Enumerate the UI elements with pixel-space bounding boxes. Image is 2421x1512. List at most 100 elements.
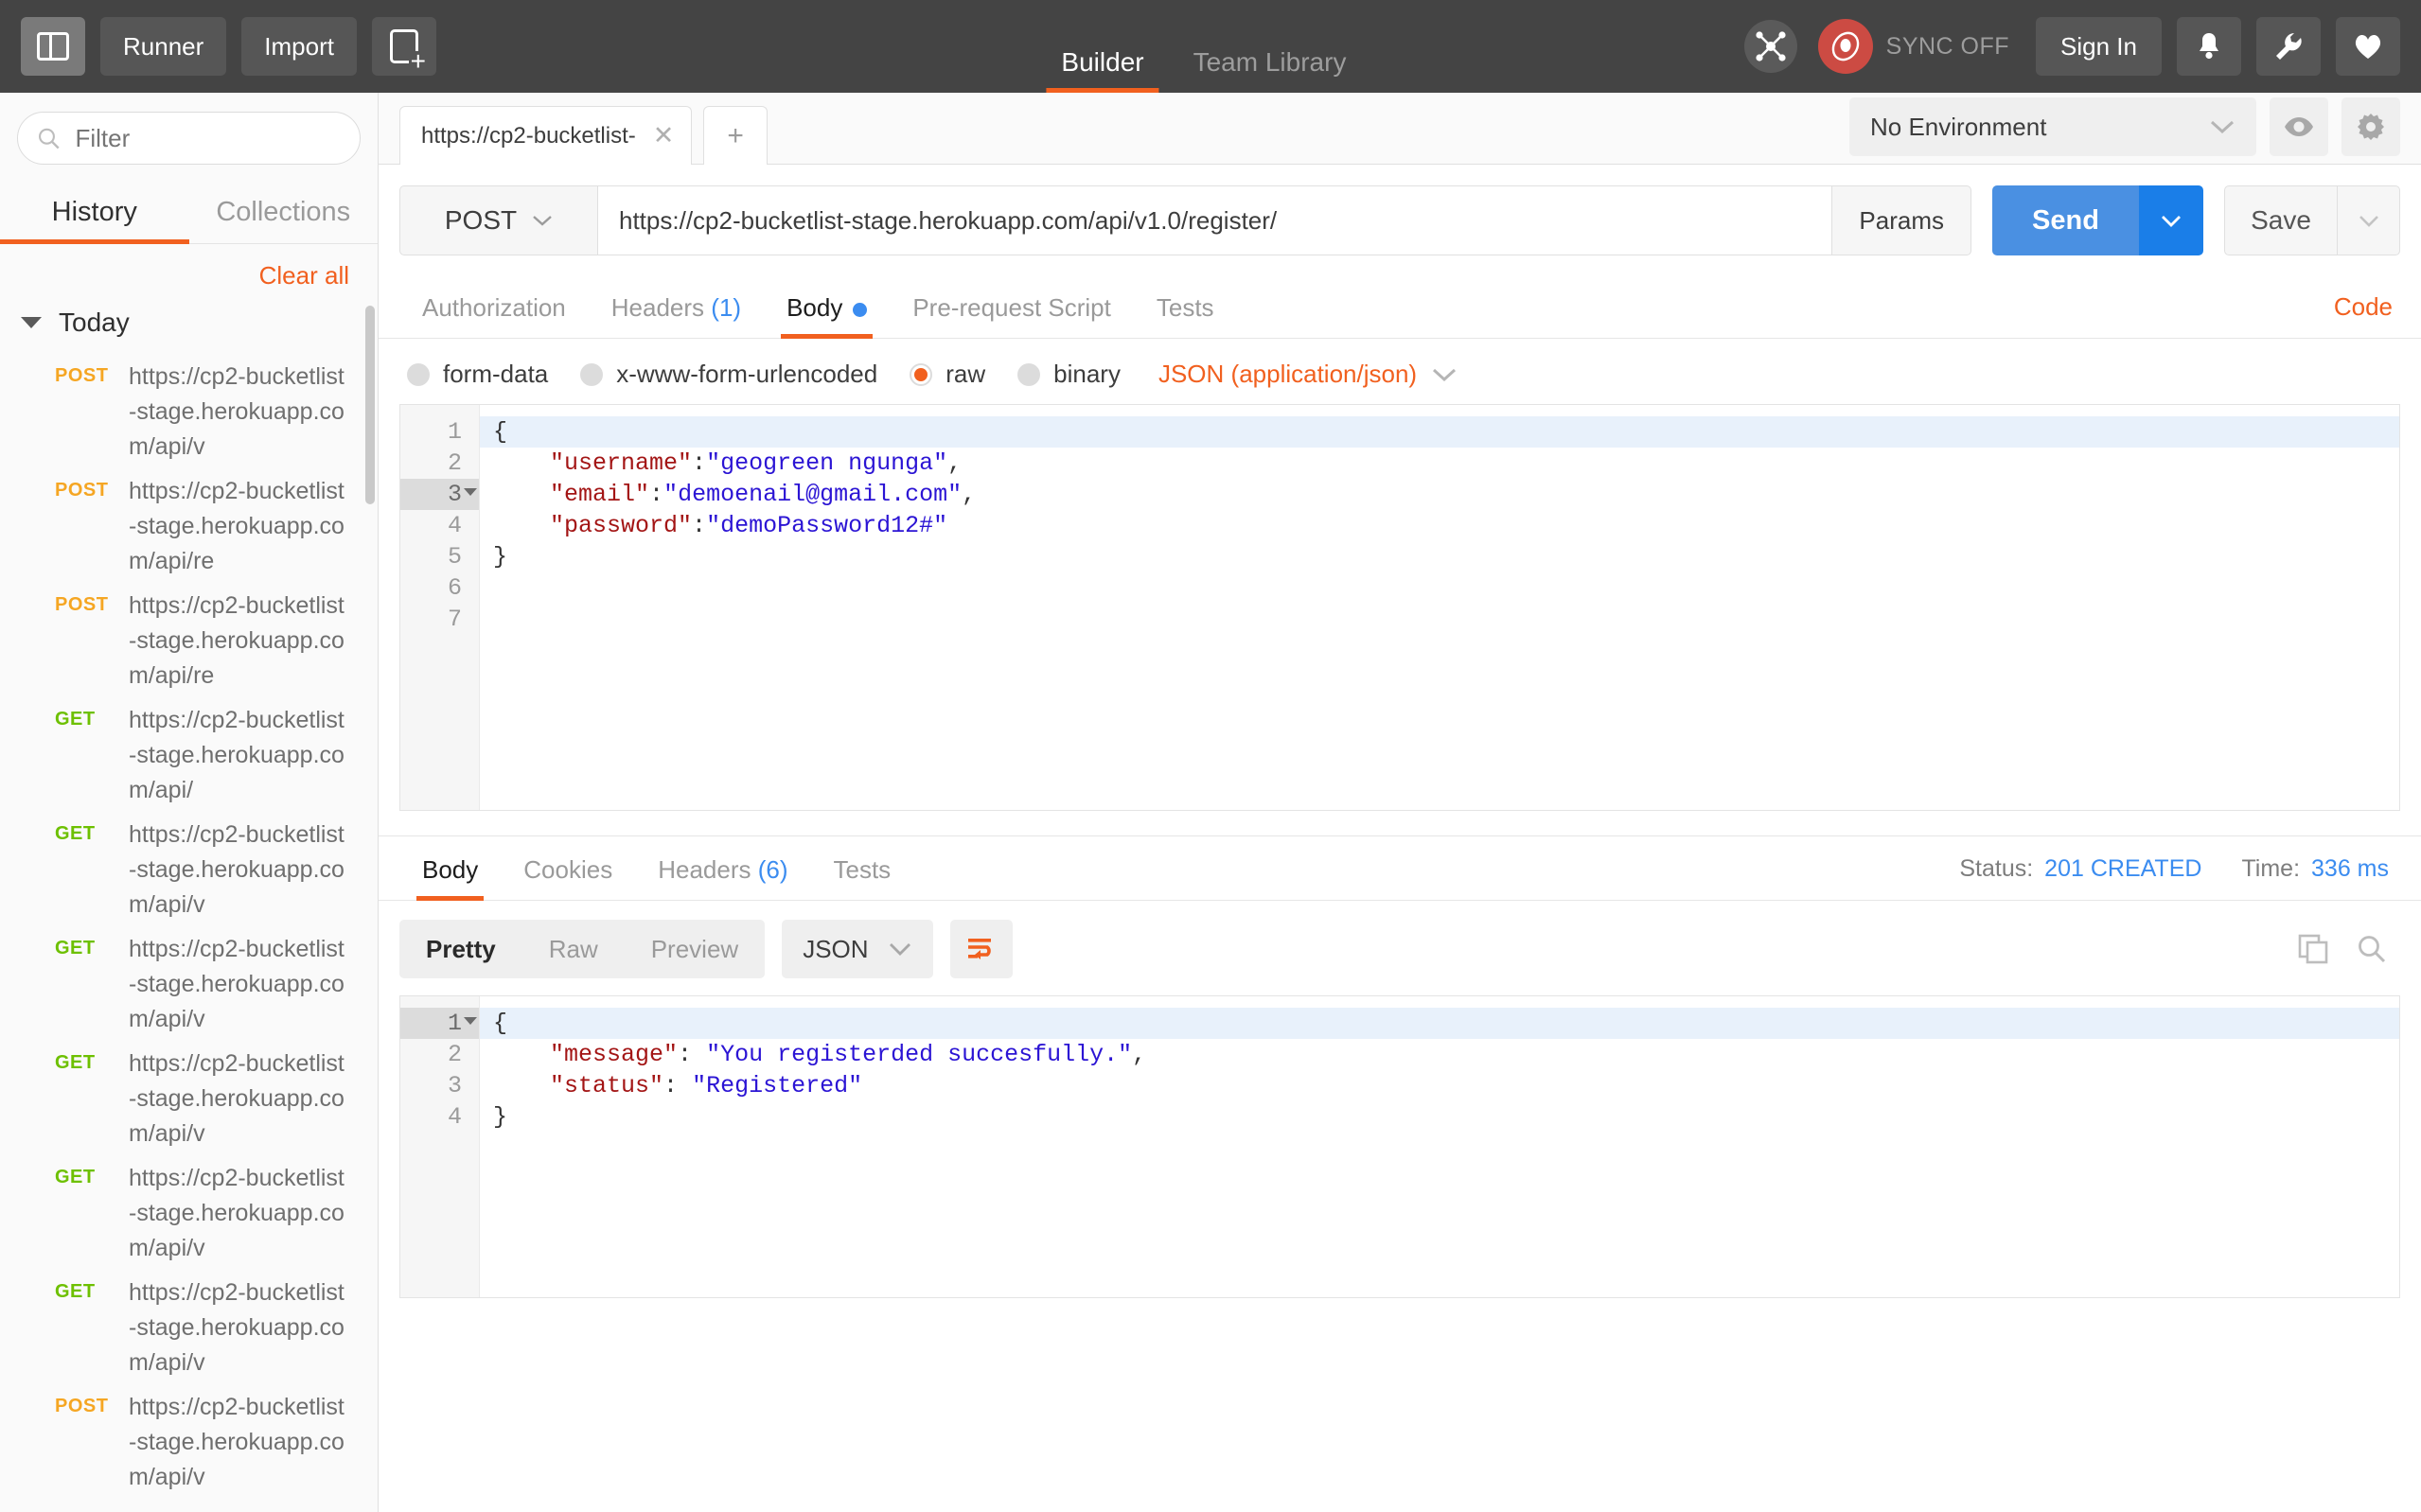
history-group-today[interactable]: Today: [0, 300, 378, 355]
notifications-button[interactable]: [2177, 17, 2241, 76]
request-body-editor[interactable]: 1 234 5 6 7 { "username":"geogreen ngunga", …: [399, 404, 2400, 811]
save-button[interactable]: Save: [2224, 185, 2338, 255]
tab-pre-request-script[interactable]: Pre-request Script: [890, 276, 1134, 338]
word-wrap-toggle[interactable]: [949, 920, 1013, 978]
history-item[interactable]: POST https://cp2-bucketlist-stage.herokua…: [0, 469, 378, 584]
tab-team-library[interactable]: Team Library: [1169, 47, 1371, 93]
add-request-tab-button[interactable]: +: [703, 106, 768, 165]
response-tab-cookies[interactable]: Cookies: [501, 838, 635, 900]
response-view-mode-group: Pretty Raw Preview: [399, 920, 766, 978]
history-item-method: GET: [55, 1281, 96, 1302]
content-type-select[interactable]: JSON (application/json): [1158, 360, 1417, 389]
sync-status-icon[interactable]: [1817, 19, 1873, 74]
body-type-form-data[interactable]: form-data: [407, 360, 548, 389]
send-options-button[interactable]: [2139, 185, 2203, 255]
response-tab-tests[interactable]: Tests: [811, 838, 914, 900]
sidebar-scrollbar[interactable]: [365, 306, 375, 504]
response-format-select[interactable]: JSON: [782, 920, 933, 978]
save-options-button[interactable]: [2338, 185, 2400, 255]
close-icon[interactable]: ✕: [653, 121, 675, 150]
fold-caret-icon[interactable]: [464, 488, 477, 496]
history-item[interactable]: GET https://cp2-bucketlist-stage.herokuap…: [0, 813, 378, 927]
gear-icon: [2358, 114, 2384, 140]
body-type-urlencoded[interactable]: x-www-form-urlencoded: [580, 360, 877, 389]
sidebar-tabs: History Collections: [0, 182, 378, 244]
url-input[interactable]: [598, 185, 1833, 255]
line-number: 7: [447, 606, 462, 633]
params-button[interactable]: Params: [1832, 185, 1971, 255]
sign-in-button[interactable]: Sign In: [2036, 17, 2162, 76]
history-item[interactable]: POST https://cp2-bucketlist-stage.herokua…: [0, 1385, 378, 1500]
code-line: "status": "Registered": [550, 1072, 863, 1099]
request-editor-code[interactable]: { "username":"geogreen ngunga", "email":…: [480, 405, 2399, 810]
view-mode-pretty[interactable]: Pretty: [399, 920, 522, 978]
tab-pre-request-script-label: Pre-request Script: [912, 293, 1111, 322]
environment-select[interactable]: No Environment: [1849, 97, 2256, 156]
sync-status-label: SYNC OFF: [1885, 32, 2010, 60]
body-type-row: form-data x-www-form-urlencoded raw bina…: [379, 339, 2421, 404]
sidebar-tab-collections[interactable]: Collections: [189, 182, 379, 243]
tab-body[interactable]: Body: [764, 276, 890, 339]
tab-tests[interactable]: Tests: [1134, 276, 1237, 338]
fold-caret-icon[interactable]: [464, 1017, 477, 1025]
line-number: 2: [447, 449, 462, 477]
header-tabs: Builder Team Library: [1036, 0, 1370, 93]
history-item[interactable]: GET https://cp2-bucketlist-stage.herokuap…: [0, 698, 378, 813]
request-tab[interactable]: https://cp2-bucketlist- ✕: [399, 106, 693, 165]
send-button[interactable]: Send: [1992, 185, 2139, 255]
bell-icon: [2200, 33, 2218, 60]
send-group: Send: [1992, 185, 2203, 255]
view-mode-preview[interactable]: Preview: [625, 920, 765, 978]
code-link[interactable]: Code: [2334, 292, 2400, 322]
clear-all-button[interactable]: Clear all: [259, 261, 349, 290]
toggle-sidebar-button[interactable]: [21, 17, 85, 76]
response-tab-body[interactable]: Body: [399, 838, 501, 901]
history-item-url: https://cp2-bucketlist-stage.herokuapp.c…: [129, 1165, 345, 1261]
runner-button[interactable]: Runner: [100, 17, 227, 76]
interceptor-icon[interactable]: [1743, 20, 1797, 73]
search-input[interactable]: [75, 123, 341, 153]
environment-settings-button[interactable]: [2341, 97, 2400, 156]
history-item-url: https://cp2-bucketlist-stage.herokuapp.c…: [129, 478, 345, 574]
body-type-binary[interactable]: binary: [1017, 360, 1121, 389]
history-item-method: GET: [55, 1052, 96, 1073]
tab-headers[interactable]: Headers (1): [589, 276, 764, 338]
history-item-url: https://cp2-bucketlist-stage.herokuapp.c…: [129, 363, 345, 460]
copy-button[interactable]: [2298, 934, 2328, 964]
view-mode-raw[interactable]: Raw: [522, 920, 625, 978]
history-item[interactable]: GET https://cp2-bucketlist-stage.herokuap…: [0, 927, 378, 1042]
response-tab-headers-count: (6): [757, 855, 788, 884]
body-type-raw[interactable]: raw: [910, 360, 985, 389]
copy-icon: [2298, 934, 2328, 964]
history-item[interactable]: GET https://cp2-bucketlist-stage.herokuap…: [0, 1042, 378, 1156]
history-item[interactable]: POST https://cp2-bucketlist-stage.herokua…: [0, 355, 378, 469]
tab-authorization[interactable]: Authorization: [399, 276, 589, 338]
sidebar-tab-history[interactable]: History: [0, 182, 189, 244]
search-response-button[interactable]: [2357, 934, 2387, 964]
history-item[interactable]: GET https://cp2-bucketlist-stage.herokuap…: [0, 1156, 378, 1271]
wrench-icon: [2276, 33, 2302, 60]
favorites-button[interactable]: [2336, 17, 2400, 76]
history-list[interactable]: Today POST https://cp2-bucketlist-stage.h…: [0, 300, 378, 1512]
history-item[interactable]: POST https://cp2-bucketlist-stage.herokua…: [0, 584, 378, 698]
code-line: "message": "You registerded succesfully.…: [550, 1041, 1147, 1068]
request-editor-gutter: 1 234 5 6 7: [400, 405, 480, 810]
http-method-select[interactable]: POST: [399, 185, 598, 255]
response-body-editor[interactable]: 12 3 4 { "message": "You registerded succe…: [399, 995, 2400, 1298]
settings-button[interactable]: [2256, 17, 2321, 76]
response-tab-body-label: Body: [422, 855, 479, 884]
import-button[interactable]: Import: [241, 17, 357, 76]
response-editor-code[interactable]: { "message": "You registerded succesfull…: [480, 996, 2399, 1297]
new-request-icon: [389, 29, 428, 72]
environment-quick-look-button[interactable]: [2270, 97, 2328, 156]
history-item[interactable]: GET https://cp2-bucketlist-stage.herokuap…: [0, 1271, 378, 1385]
header-right-cluster: SYNC OFF Sign In: [1743, 17, 2400, 76]
new-request-button[interactable]: [371, 17, 436, 76]
response-tab-headers[interactable]: Headers (6): [635, 838, 810, 900]
line-number: 3: [400, 479, 479, 510]
filter-box[interactable]: [17, 112, 361, 165]
clear-all-row: Clear all: [0, 244, 378, 300]
response-status-bar: Status: 201 CREATED Time: 336 ms: [1959, 855, 2400, 883]
tab-builder[interactable]: Builder: [1036, 47, 1168, 93]
chevron-down-icon: [2210, 120, 2235, 134]
